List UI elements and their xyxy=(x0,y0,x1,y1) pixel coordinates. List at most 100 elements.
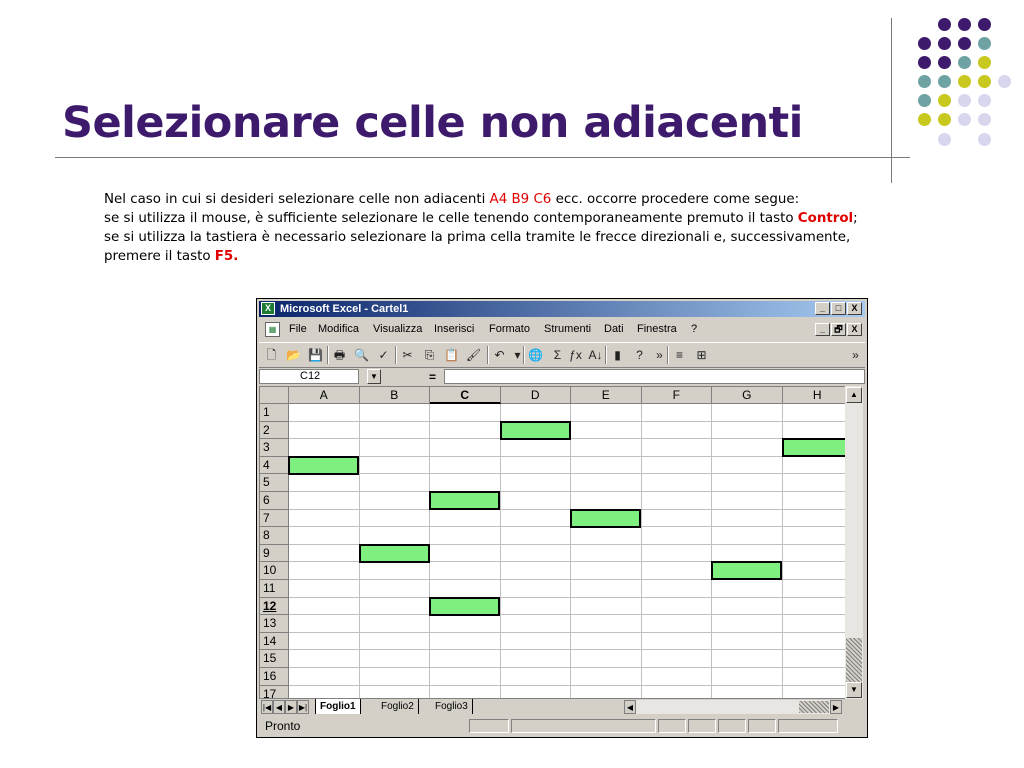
name-box-dropdown-icon[interactable]: ▼ xyxy=(367,369,381,384)
formula-input[interactable] xyxy=(444,369,865,384)
row-header-7[interactable]: 7 xyxy=(260,509,289,528)
row-header-13[interactable]: 13 xyxy=(260,615,289,633)
column-header-e[interactable]: E xyxy=(571,387,642,404)
scroll-left-icon[interactable]: ◀ xyxy=(624,700,636,714)
formula-equals-button[interactable]: = xyxy=(429,368,436,386)
row-header-12[interactable]: 12 xyxy=(260,597,289,616)
name-box[interactable]: C12 xyxy=(259,369,359,384)
undo-icon[interactable]: ↶ xyxy=(491,347,508,363)
excel-app-icon[interactable]: X xyxy=(261,302,275,315)
row-header-8[interactable]: 8 xyxy=(260,527,289,545)
menu-inserisci[interactable]: Inserisci xyxy=(434,320,474,339)
toolbar-options-icon[interactable]: » xyxy=(847,347,864,363)
toolbar-separator xyxy=(487,346,489,364)
selected-cell-c6[interactable] xyxy=(429,491,500,510)
menu-file[interactable]: File xyxy=(289,320,307,339)
column-header-b[interactable]: B xyxy=(359,387,430,404)
selected-cell-a4[interactable] xyxy=(288,455,359,475)
new-icon[interactable]: 🗋 xyxy=(263,347,280,363)
align-icon[interactable]: ≡ xyxy=(671,347,688,363)
row-header-1[interactable]: 1 xyxy=(260,404,289,422)
toolbar-separator xyxy=(327,346,329,364)
undo-dropdown-icon[interactable]: ▾ xyxy=(509,347,526,363)
row-header-15[interactable]: 15 xyxy=(260,650,289,668)
close-button[interactable]: X xyxy=(847,302,862,315)
workbook-icon[interactable]: ▦ xyxy=(265,322,280,337)
row-header-11[interactable]: 11 xyxy=(260,580,289,598)
vertical-scrollbar[interactable]: ▲ ▼ xyxy=(845,386,863,699)
select-all-corner[interactable] xyxy=(260,387,289,404)
merge-center-icon[interactable]: ⊞ xyxy=(693,347,710,363)
status-panel xyxy=(778,719,838,733)
prev-sheet-icon[interactable]: ◀ xyxy=(273,700,285,714)
column-header-c[interactable]: C xyxy=(430,387,501,404)
first-sheet-icon[interactable]: |◀ xyxy=(261,700,273,714)
more-icon[interactable]: » xyxy=(651,347,668,363)
save-icon[interactable]: 💾 xyxy=(307,347,324,363)
menu-visualizza[interactable]: Visualizza xyxy=(373,320,422,339)
row-header-2[interactable]: 2 xyxy=(260,421,289,440)
row-header-16[interactable]: 16 xyxy=(260,668,289,686)
column-header-f[interactable]: F xyxy=(641,387,712,404)
sheet-tab-foglio3[interactable]: Foglio3 xyxy=(431,699,473,714)
sheet-tab-foglio1[interactable]: Foglio1 xyxy=(315,699,361,714)
column-header-g[interactable]: G xyxy=(712,387,783,404)
row-header-5[interactable]: 5 xyxy=(260,474,289,492)
format-painter-icon[interactable]: 🖌 xyxy=(465,347,482,363)
row-header-4[interactable]: 4 xyxy=(260,456,289,475)
hyperlink-icon[interactable]: 🌐 xyxy=(527,347,544,363)
menu-help[interactable]: ? xyxy=(691,320,697,339)
selected-cell-g10[interactable] xyxy=(711,561,782,581)
sort-ascending-icon[interactable]: A↓ xyxy=(587,347,604,363)
autosum-icon[interactable]: Σ xyxy=(549,347,566,363)
doc-minimize-button[interactable]: _ xyxy=(815,323,830,336)
window-titlebar[interactable]: X Microsoft Excel - Cartel1 _ □ X xyxy=(259,301,865,317)
row-header-6[interactable]: 6 xyxy=(260,492,289,510)
scroll-down-icon[interactable]: ▼ xyxy=(846,682,862,698)
doc-close-button[interactable]: X xyxy=(847,323,862,336)
doc-restore-button[interactable]: 🗗 xyxy=(831,323,846,336)
sheet-tab-bar: |◀ ◀ ▶ ▶| Foglio1 Foglio2 Foglio3 ◀ ▶ xyxy=(259,699,865,715)
row-header-3[interactable]: 3 xyxy=(260,439,289,457)
horizontal-scroll-thumb[interactable] xyxy=(799,701,829,713)
print-icon[interactable]: 🖶 xyxy=(331,347,348,363)
row-header-17[interactable]: 17 xyxy=(260,685,289,698)
selected-cell-e7[interactable] xyxy=(570,508,641,528)
function-icon[interactable]: ƒx xyxy=(567,347,584,363)
column-header-h[interactable]: H xyxy=(782,387,846,404)
menu-strumenti[interactable]: Strumenti xyxy=(544,320,591,339)
menu-dati[interactable]: Dati xyxy=(604,320,624,339)
horizontal-scrollbar[interactable]: ◀ ▶ xyxy=(624,700,842,714)
spreadsheet-grid[interactable]: A B C D E F G H 1 2 3 4 5 6 7 8 9 10 11 12 13 14 15 16 17 xyxy=(259,386,847,699)
row-header-14[interactable]: 14 xyxy=(260,632,289,651)
last-sheet-icon[interactable]: ▶| xyxy=(297,700,309,714)
print-preview-icon[interactable]: 🔍 xyxy=(353,347,370,363)
open-icon[interactable]: 📂 xyxy=(285,347,302,363)
row-header-9[interactable]: 9 xyxy=(260,544,289,563)
selected-cell-b9[interactable] xyxy=(358,543,430,563)
menu-formato[interactable]: Formato xyxy=(489,320,530,339)
chart-wizard-icon[interactable]: ▮ xyxy=(609,347,626,363)
menu-modifica[interactable]: Modifica xyxy=(318,320,359,339)
minimize-button[interactable]: _ xyxy=(815,302,830,315)
scroll-up-icon[interactable]: ▲ xyxy=(846,387,862,403)
column-header-a[interactable]: A xyxy=(289,387,360,404)
selected-cell-d2[interactable] xyxy=(499,420,571,440)
next-sheet-icon[interactable]: ▶ xyxy=(285,700,297,714)
maximize-button[interactable]: □ xyxy=(831,302,846,315)
menu-finestra[interactable]: Finestra xyxy=(637,320,677,339)
cut-icon[interactable]: ✂ xyxy=(399,347,416,363)
decorative-dot xyxy=(938,56,951,69)
copy-icon[interactable]: ⎘ xyxy=(421,347,438,363)
sheet-tab-foglio2[interactable]: Foglio2 xyxy=(377,699,419,714)
paste-icon[interactable]: 📋 xyxy=(443,347,460,363)
scroll-right-icon[interactable]: ▶ xyxy=(830,700,842,714)
row-header-10[interactable]: 10 xyxy=(260,562,289,580)
status-panel xyxy=(469,719,509,733)
selected-cell-h3[interactable] xyxy=(781,438,846,458)
scroll-thumb[interactable] xyxy=(846,638,862,682)
help-icon[interactable]: ? xyxy=(631,347,648,363)
selected-cell-c12[interactable] xyxy=(429,596,500,616)
spelling-icon[interactable]: ✓ xyxy=(375,347,392,363)
column-header-d[interactable]: D xyxy=(500,387,571,404)
